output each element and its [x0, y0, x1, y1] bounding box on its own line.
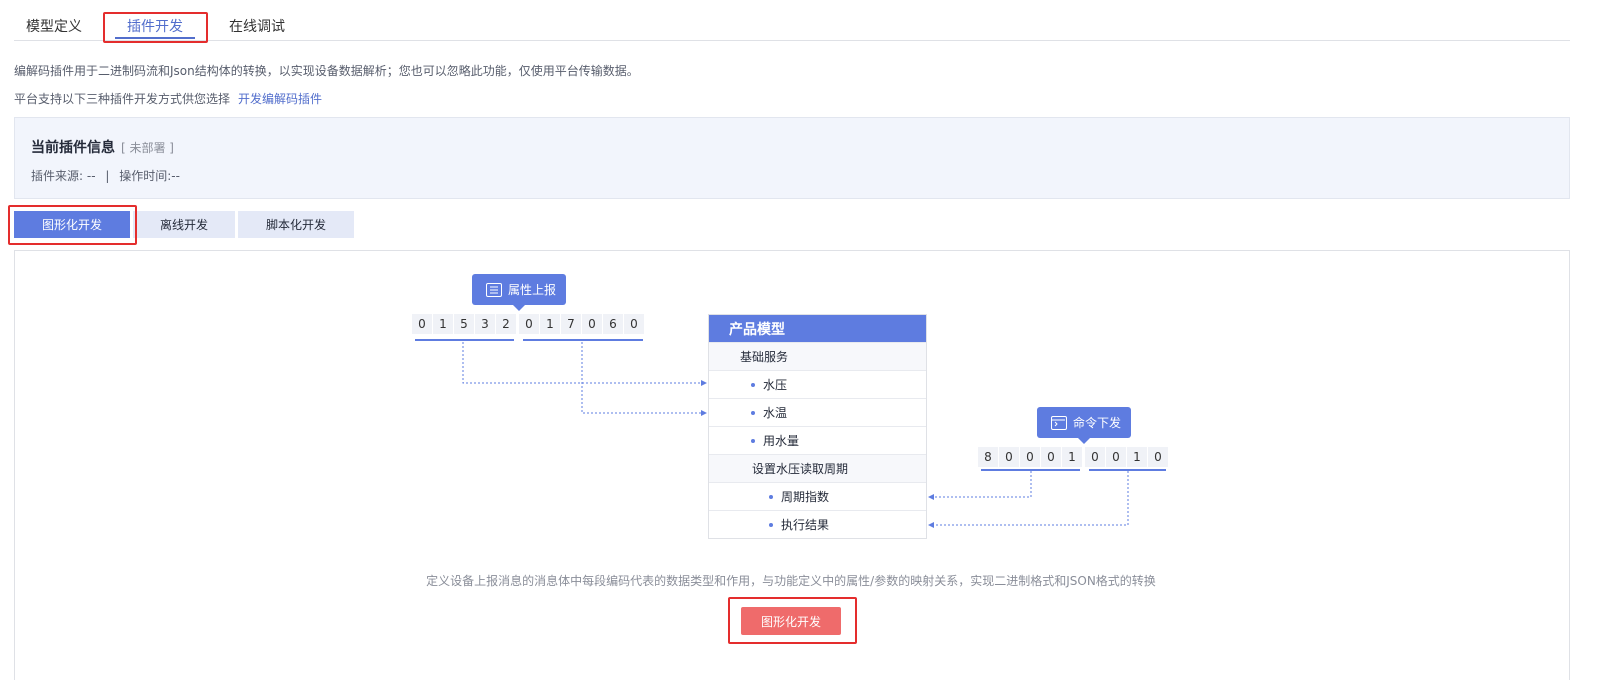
command-segment-1: [981, 469, 1080, 471]
model-property-water-pressure: 水压: [709, 370, 926, 398]
digit: 1: [433, 314, 453, 334]
command-segment-2: [1089, 469, 1166, 471]
digit: 8: [978, 447, 998, 467]
digit: 0: [519, 314, 539, 334]
model-row-label: 水温: [763, 406, 788, 420]
digit: 6: [603, 314, 623, 334]
bullet-icon: [751, 410, 755, 415]
bullet-icon: [769, 522, 773, 527]
digit: 0: [1148, 447, 1168, 467]
report-segment-1: [415, 339, 514, 341]
digit: 7: [561, 314, 581, 334]
model-row-label: 水压: [763, 378, 788, 392]
report-bubble: 属性上报: [472, 274, 566, 311]
digit: 0: [999, 447, 1019, 467]
digit: 0: [1041, 447, 1061, 467]
product-model-card: 产品模型 基础服务 水压 水温 用水量 设置水压读取周期 周期指数 执行结果: [708, 314, 927, 539]
command-label: 命令下发: [1073, 416, 1122, 430]
digit: 0: [1106, 447, 1126, 467]
graphical-dev-caption: 定义设备上报消息的消息体中每段编码代表的数据类型和作用，与功能定义中的属性/参数…: [426, 574, 1156, 588]
model-param-period-index: 周期指数: [709, 482, 926, 510]
highlight-box-button: [728, 597, 857, 644]
report-label: 属性上报: [508, 283, 557, 297]
digit: 0: [412, 314, 432, 334]
digit: 1: [1062, 447, 1082, 467]
digit: 1: [1127, 447, 1147, 467]
digit: 0: [1020, 447, 1040, 467]
report-segment-2: [523, 339, 643, 341]
digit: 0: [624, 314, 644, 334]
model-title: 产品模型: [709, 315, 926, 342]
model-service-basic: 基础服务: [709, 342, 926, 370]
model-row-label: 用水量: [763, 434, 800, 448]
digit: 5: [454, 314, 474, 334]
model-property-water-usage: 用水量: [709, 426, 926, 454]
bullet-icon: [751, 382, 755, 387]
list-icon: [486, 282, 502, 297]
digit: 3: [475, 314, 495, 334]
model-row-label: 周期指数: [781, 490, 830, 504]
digit: 0: [582, 314, 602, 334]
bullet-icon: [751, 438, 755, 443]
command-digits: 8 0 0 0 1 0 0 1 0: [978, 447, 1168, 467]
digit: 1: [540, 314, 560, 334]
digit: 0: [1085, 447, 1105, 467]
model-command-set-period: 设置水压读取周期: [709, 454, 926, 482]
model-row-label: 基础服务: [740, 350, 789, 364]
model-row-label: 执行结果: [781, 518, 830, 532]
terminal-icon: [1051, 415, 1067, 430]
digit: 2: [496, 314, 516, 334]
model-param-exec-result: 执行结果: [709, 510, 926, 538]
model-row-label: 设置水压读取周期: [752, 462, 849, 476]
bullet-icon: [769, 494, 773, 499]
report-digits: 0 1 5 3 2 0 1 7 0 6 0: [412, 314, 644, 334]
model-property-water-temp: 水温: [709, 398, 926, 426]
command-bubble: 命令下发: [1037, 407, 1131, 444]
